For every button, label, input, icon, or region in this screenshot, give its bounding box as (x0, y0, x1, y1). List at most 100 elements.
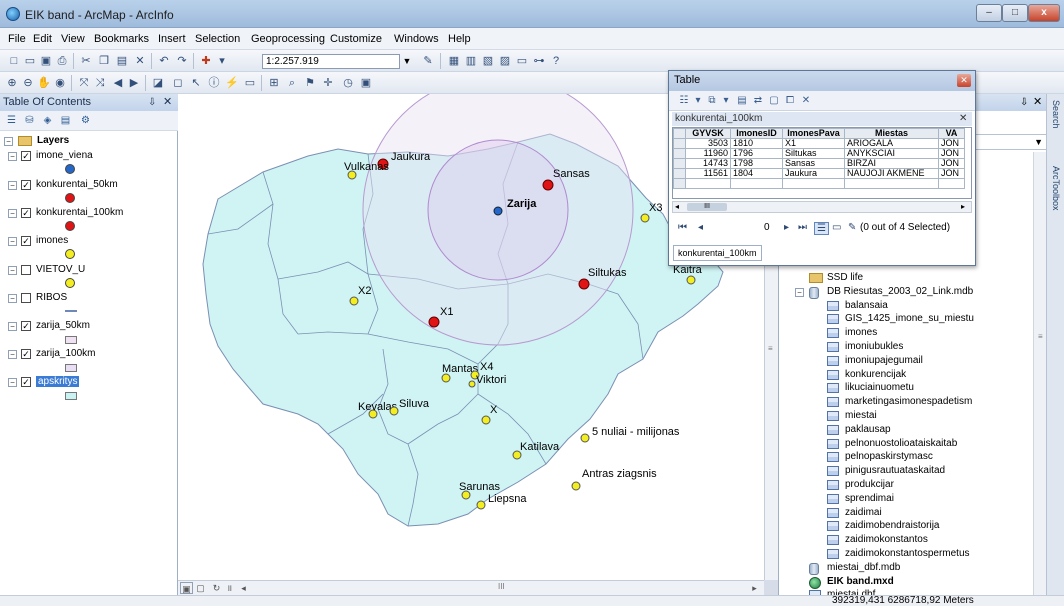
clear-selection-icon[interactable]: ◻ (170, 75, 186, 91)
table-cell[interactable]: BIRŽAI (844, 158, 939, 169)
clear-selection-icon[interactable]: ▢ (767, 94, 781, 108)
copy-icon[interactable]: ❐ (96, 53, 112, 69)
search-window-icon[interactable]: ▧ (480, 53, 496, 69)
table-cell[interactable]: ANYKŠČIAI (844, 148, 939, 159)
toc-close-icon[interactable]: ✕ (163, 94, 172, 111)
collapse-icon[interactable]: − (8, 209, 17, 218)
scroll-thumb[interactable]: III (687, 203, 727, 211)
cut-icon[interactable]: ✂ (78, 53, 94, 69)
arctoolbox-tab[interactable]: ArcToolbox (1049, 166, 1063, 211)
scroll-grip-icon[interactable]: ≡ (768, 344, 773, 353)
options-icon[interactable]: ⚙ (78, 113, 93, 128)
chevron-down-icon[interactable]: ▼ (1034, 135, 1043, 149)
pause-drawing-icon[interactable]: ॥ (223, 582, 236, 594)
maximize-button[interactable]: □ (1002, 4, 1028, 22)
list-by-visibility-icon[interactable]: ◈ (40, 113, 55, 128)
zoom-to-selected-icon[interactable]: ⧠ (783, 94, 797, 108)
chevron-down-icon[interactable]: ▾ (719, 94, 733, 108)
show-selected-records-icon[interactable]: ▭ (832, 222, 841, 233)
go-forward-icon[interactable]: ▶ (126, 75, 142, 91)
menu-windows[interactable]: Windows (394, 33, 439, 45)
table-cell[interactable]: 11960 (685, 148, 731, 159)
open-icon[interactable]: ▭ (22, 53, 38, 69)
refresh-icon[interactable]: ↻ (210, 582, 223, 594)
table-window-close-button[interactable]: ✕ (957, 74, 971, 87)
table-row[interactable]: 11561 1804 Jaukura NAUJOJI AKMENĖ JON (673, 168, 965, 179)
table-row[interactable]: 14743 1798 Sansas BIRŽAI JON (673, 158, 965, 169)
save-icon[interactable]: ▣ (38, 53, 54, 69)
table-cell[interactable] (782, 178, 845, 189)
minimize-button[interactable]: – (976, 4, 1002, 22)
fixed-zoom-in-icon[interactable]: ⤧ (76, 75, 92, 91)
map-scale-input[interactable]: 1:2.257.919 (262, 54, 400, 69)
collapse-icon[interactable]: − (8, 294, 17, 303)
scroll-grip-icon[interactable]: ≡ (1038, 332, 1043, 341)
paste-icon[interactable]: ▤ (114, 53, 130, 69)
close-icon[interactable]: ✕ (959, 112, 967, 126)
create-viewer-icon[interactable]: ▣ (358, 75, 374, 91)
table-cell[interactable]: 1810 (730, 138, 783, 149)
switch-selection-icon[interactable]: ⇄ (751, 94, 765, 108)
print-icon[interactable]: ⎙ (54, 53, 70, 69)
html-popup-icon[interactable]: ▭ (242, 75, 258, 91)
collapse-icon[interactable]: − (8, 181, 17, 190)
undo-icon[interactable]: ↶ (156, 53, 172, 69)
editor-icon[interactable]: ✎ (420, 53, 436, 69)
table-tab[interactable]: konkurentai_100km (673, 245, 762, 261)
delete-selected-icon[interactable]: ✕ (799, 94, 813, 108)
list-by-drawing-order-icon[interactable]: ☰ (4, 113, 19, 128)
select-by-attributes-icon[interactable]: ▤ (735, 94, 749, 108)
table-cell[interactable]: Sansas (782, 158, 845, 169)
table-cell[interactable]: 1796 (730, 148, 783, 159)
row-header-cell[interactable] (673, 178, 686, 189)
row-header-cell[interactable] (673, 128, 686, 139)
layer-visibility-checkbox[interactable]: ✓ (21, 349, 31, 359)
redo-icon[interactable]: ↷ (174, 53, 190, 69)
table-options-icon[interactable]: ☷ (677, 94, 691, 108)
whats-this-icon[interactable]: ? (548, 53, 564, 69)
data-view-icon[interactable]: ▣ (180, 582, 193, 594)
zoom-out-icon[interactable]: ⊖ (20, 75, 36, 91)
layout-view-icon[interactable]: ▢ (194, 582, 207, 594)
table-row[interactable]: 11960 1796 Siltukas ANYKŠČIAI JON (673, 148, 965, 159)
time-slider-icon[interactable]: ◷ (340, 75, 356, 91)
menu-edit[interactable]: Edit (33, 33, 52, 45)
collapse-icon[interactable]: − (8, 266, 17, 275)
pin-icon[interactable]: ⇩ (148, 94, 156, 111)
collapse-icon[interactable]: − (795, 287, 804, 297)
delete-icon[interactable]: ✕ (132, 53, 148, 69)
table-cell[interactable]: 11561 (685, 168, 731, 179)
table-window-titlebar[interactable]: Table ✕ (669, 71, 975, 91)
chevron-down-icon[interactable]: ▾ (691, 94, 705, 108)
table-cell[interactable]: 1798 (730, 158, 783, 169)
menu-help[interactable]: Help (448, 33, 471, 45)
table-of-contents-icon[interactable]: ▦ (446, 53, 462, 69)
find-route-icon[interactable]: ⚑ (302, 75, 318, 91)
table-cell[interactable] (685, 178, 731, 189)
table-cell[interactable]: X1 (782, 138, 845, 149)
row-header-cell[interactable] (673, 148, 686, 159)
new-document-icon[interactable]: □ (6, 53, 22, 69)
menu-bookmarks[interactable]: Bookmarks (94, 33, 149, 45)
layer-visibility-checkbox[interactable] (21, 293, 31, 303)
search-tab[interactable]: Search (1049, 100, 1063, 129)
pin-icon[interactable]: ⇩ (1020, 94, 1028, 111)
layer-visibility-checkbox[interactable]: ✓ (21, 321, 31, 331)
table-cell[interactable]: 14743 (685, 158, 731, 169)
scroll-thumb[interactable]: III (498, 582, 505, 591)
fixed-zoom-out-icon[interactable]: ⤨ (92, 75, 108, 91)
modelbuilder-icon[interactable]: ⊶ (531, 53, 547, 69)
collapse-icon[interactable]: − (8, 237, 17, 246)
table-cell[interactable] (938, 178, 965, 189)
menu-selection[interactable]: Selection (195, 33, 240, 45)
table-cell[interactable]: JON (938, 168, 965, 179)
table-cell[interactable]: JON (938, 148, 965, 159)
first-record-icon[interactable]: ⏮ (678, 222, 687, 233)
menu-geoprocessing[interactable]: Geoprocessing (251, 33, 325, 45)
scroll-left-icon[interactable]: ◂ (675, 202, 679, 211)
scroll-right-icon[interactable]: ▸ (748, 582, 761, 594)
column-header[interactable]: ImonesID (730, 128, 783, 139)
catalog-vertical-scrollbar[interactable]: ≡ (1033, 152, 1047, 595)
catalog-close-icon[interactable]: ✕ (1033, 94, 1042, 111)
table-cell[interactable]: NAUJOJI AKMENĖ (844, 168, 939, 179)
